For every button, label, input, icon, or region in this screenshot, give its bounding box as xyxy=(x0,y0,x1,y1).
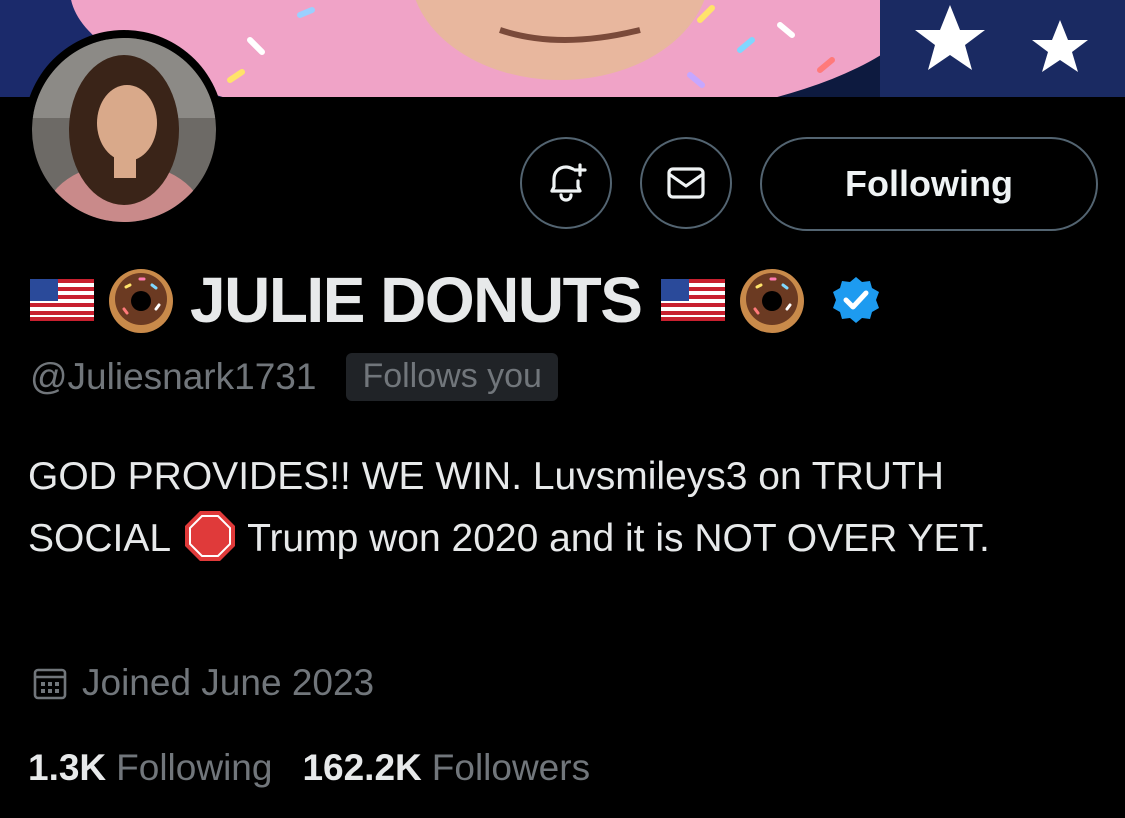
following-button[interactable]: Following xyxy=(760,137,1098,231)
message-button[interactable] xyxy=(640,137,732,229)
profile-avatar[interactable] xyxy=(24,30,224,230)
profile-bio: GOD PROVIDES!! WE WIN. Luvsmileys3 on TR… xyxy=(28,446,1088,570)
envelope-icon xyxy=(667,167,705,199)
us-flag-emoji-icon xyxy=(30,279,94,321)
following-stat-link[interactable]: 1.3K Following xyxy=(28,747,272,789)
following-count: 1.3K xyxy=(28,747,107,788)
following-label: Following xyxy=(116,747,273,788)
handle-row: @Juliesnark1731 Follows you xyxy=(30,352,558,402)
user-handle: @Juliesnark1731 xyxy=(30,356,317,397)
followers-label: Followers xyxy=(431,747,591,788)
bell-plus-icon xyxy=(550,163,587,202)
bio-text-part2: Trump won 2020 and it is NOT OVER YET. xyxy=(247,517,990,560)
follow-stats: 1.3K Following 162.2K Followers xyxy=(28,742,590,794)
joined-date-row: Joined June 2023 xyxy=(32,658,374,708)
display-name-row: JULIE DONUTS xyxy=(30,262,881,338)
calendar-icon xyxy=(33,668,67,700)
donut-emoji-icon xyxy=(740,269,805,333)
display-name: JULIE DONUTS xyxy=(190,264,643,336)
followers-count: 162.2K xyxy=(302,747,422,788)
avatar-image xyxy=(32,38,216,222)
verified-badge-icon[interactable] xyxy=(831,275,881,325)
notifications-button[interactable] xyxy=(520,137,612,229)
donut-emoji-icon xyxy=(109,269,173,333)
follows-you-badge: Follows you xyxy=(346,353,558,401)
joined-date: Joined June 2023 xyxy=(82,662,375,703)
followers-stat-link[interactable]: 162.2K Followers xyxy=(302,747,590,789)
stop-sign-emoji-icon xyxy=(185,511,236,561)
us-flag-emoji-icon xyxy=(661,279,726,321)
